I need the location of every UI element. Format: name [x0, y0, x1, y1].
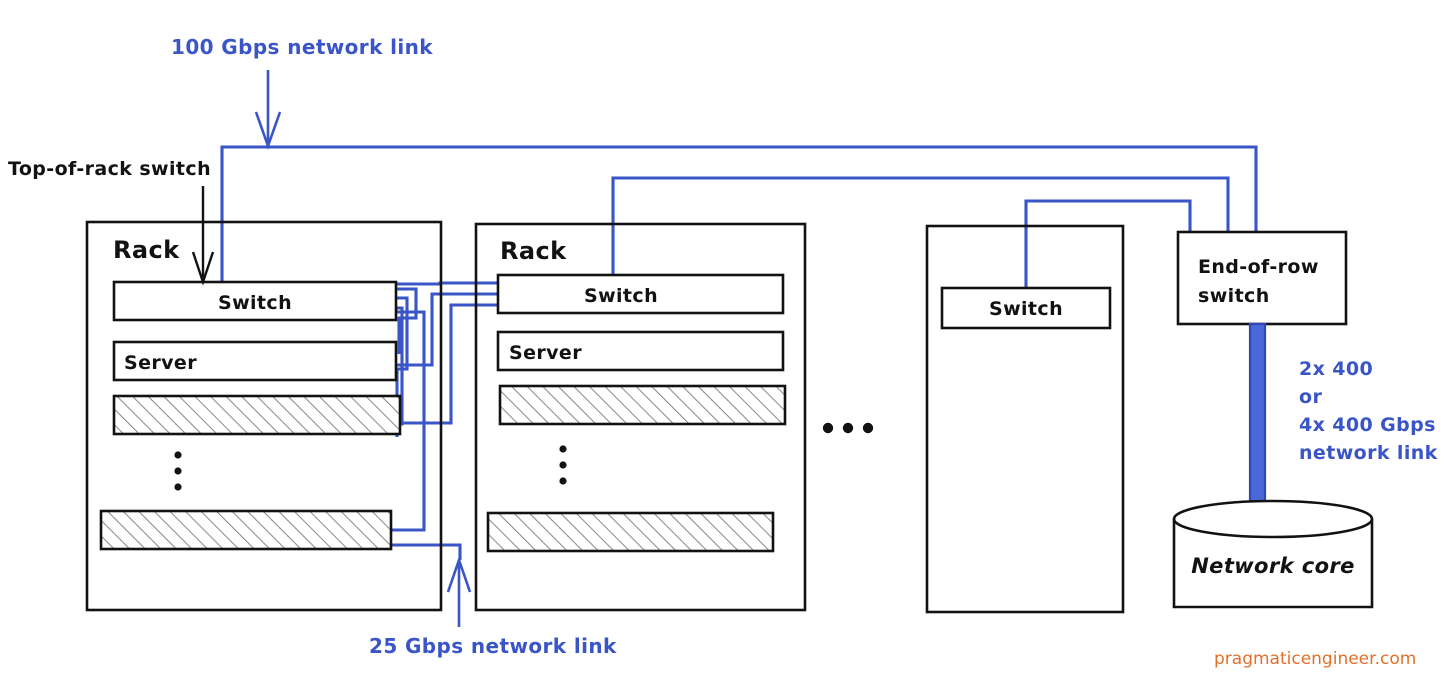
end-of-row-switch-box	[1176, 230, 1348, 326]
cable-rack1-to-eor	[220, 145, 1258, 292]
watermark-pragmaticengineer: pragmaticengineer.com	[1214, 649, 1416, 669]
thick-core-link	[1248, 322, 1267, 514]
rack-2-blank-server-2	[486, 511, 775, 553]
topology-svg: 100 Gbps network link Top-of-rack switch…	[8, 35, 1438, 669]
rack-2-label: Rack	[500, 237, 567, 265]
label-25gbps-link: 25 Gbps network link	[369, 634, 617, 658]
rack-1-switch-label: Switch	[218, 292, 292, 314]
rack-2-ellipsis-dot	[559, 461, 567, 469]
label-top-of-rack-switch: Top-of-rack switch	[8, 158, 211, 180]
label-core-link-line1: 2x 400	[1299, 358, 1373, 380]
rack-3-switch-label: Switch	[989, 298, 1063, 320]
rack-series-ellipsis-dot	[862, 422, 874, 434]
end-of-row-switch-label-line1: End-of-row	[1198, 256, 1319, 278]
rack-2-server-label: Server	[509, 342, 582, 364]
rack-1-blank-server-2	[99, 509, 393, 551]
rack-series-ellipsis-dot	[842, 422, 854, 434]
rack-2-ellipsis-dot	[559, 477, 567, 485]
cable-rack3-to-eor	[1024, 199, 1192, 290]
label-core-link-line4: network link	[1299, 442, 1438, 464]
rack-1-server-label: Server	[124, 352, 197, 374]
rack-1-blank-server-1	[112, 394, 402, 436]
label-core-link-line3: 4x 400 Gbps	[1299, 414, 1436, 436]
rack-2-switch-label: Switch	[584, 285, 658, 307]
network-core-label: Network core	[1191, 554, 1355, 578]
rack-2-blank-server-1	[498, 384, 787, 426]
label-core-link-line2: or	[1299, 386, 1322, 408]
rack-1-ellipsis-dot	[174, 483, 182, 491]
rack-2-ellipsis-dot	[559, 445, 567, 453]
label-100gbps-link: 100 Gbps network link	[171, 35, 433, 59]
rack-1-ellipsis-dot	[174, 467, 182, 475]
rack-1-ellipsis-dot	[174, 451, 182, 459]
cable-r1-to-r2-a	[396, 281, 498, 286]
rack-1-label: Rack	[113, 236, 180, 264]
cable-rack2-to-eor	[611, 176, 1230, 277]
network-core-cylinder-top	[1172, 499, 1374, 539]
end-of-row-switch-label-line2: switch	[1198, 285, 1270, 307]
rack-series-ellipsis-dot	[822, 422, 834, 434]
diagram-canvas: 100 Gbps network link Top-of-rack switch…	[0, 0, 1456, 687]
cable-r1-lastserver-to-r2-d	[391, 543, 462, 560]
